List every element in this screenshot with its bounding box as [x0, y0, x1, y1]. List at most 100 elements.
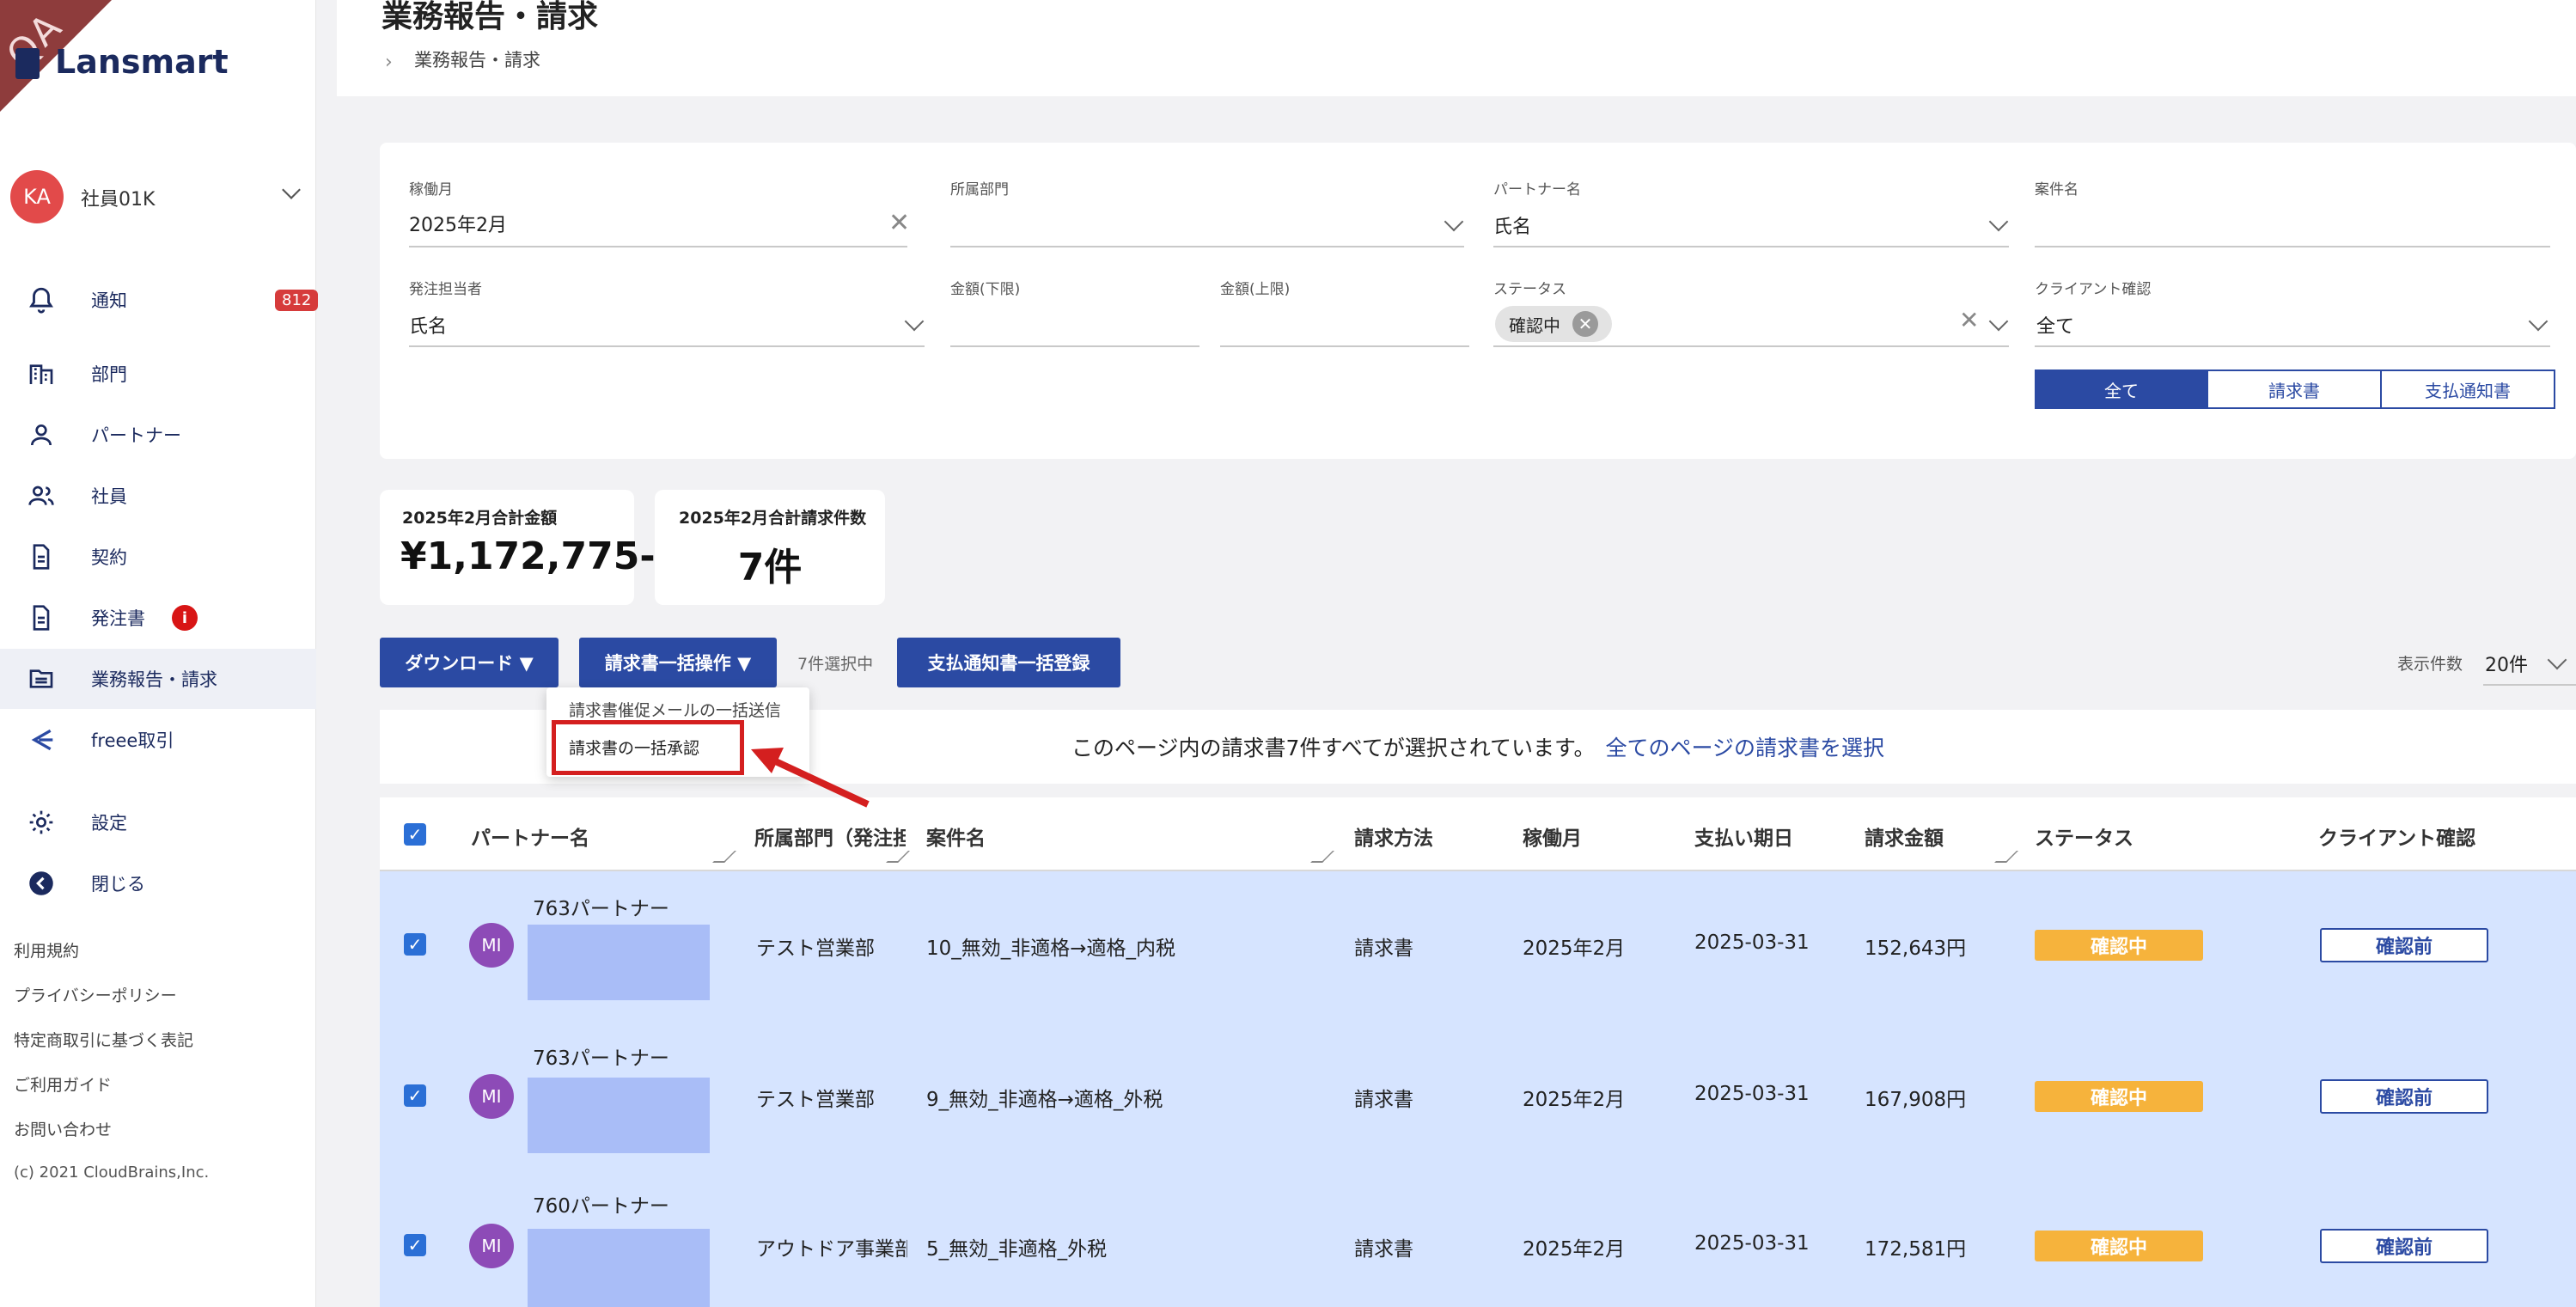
column-header-status[interactable]: ステータス: [2035, 821, 2133, 851]
column-header-amount[interactable]: 請求金額: [1865, 821, 1944, 851]
clear-icon[interactable]: ✕: [888, 208, 910, 238]
chevron-down-icon[interactable]: [1988, 211, 2009, 232]
sidebar: QA Lansmart KA 社員01K 通知 812 部門 パートナー 社員 …: [0, 0, 319, 1307]
chevron-down-icon[interactable]: [2547, 650, 2567, 670]
amount-max-input[interactable]: [1220, 345, 1469, 347]
alert-icon: i: [172, 605, 198, 631]
sidebar-item-partners[interactable]: パートナー: [0, 405, 316, 465]
client-confirm-button[interactable]: 確認前: [2320, 1229, 2488, 1263]
doc-type-all-button[interactable]: 全て: [2035, 370, 2208, 409]
column-header-department[interactable]: 所属部門（発注担: [754, 821, 906, 851]
sidebar-item-freee[interactable]: freee取引: [0, 710, 316, 770]
contact-link[interactable]: お問い合わせ: [14, 1117, 112, 1140]
total-count-card: 2025年2月合計請求件数 7件: [655, 490, 885, 605]
sidebar-item-purchase-orders[interactable]: 発注書 i: [0, 588, 316, 648]
table-row[interactable]: ✓ MI 763パートナー テスト営業部 10_無効_非適格→適格_内税 請求書…: [380, 871, 2576, 1021]
document-icon: [26, 602, 57, 633]
select-all-pages-link[interactable]: 全てのページの請求書を選択: [1605, 731, 1884, 762]
row-checkbox[interactable]: ✓: [404, 933, 426, 956]
department-cell: テスト営業部: [756, 1089, 875, 1111]
sidebar-close-button[interactable]: 閉じる: [0, 853, 316, 913]
client-confirm-value[interactable]: 全て: [2036, 311, 2074, 339]
column-header-client-confirm[interactable]: クライアント確認: [2318, 821, 2475, 851]
sidebar-item-reports-invoices[interactable]: 業務報告・請求: [0, 649, 316, 709]
annotation-arrow-icon: [751, 748, 870, 808]
project-cell[interactable]: 5_無効_非適格_外税: [926, 1232, 1107, 1261]
month-filter-value[interactable]: 2025年2月: [409, 210, 507, 237]
sidebar-item-settings[interactable]: 設定: [0, 792, 316, 852]
partner-name[interactable]: 763パートナー: [533, 892, 669, 921]
partner-filter-underline: [1493, 246, 2009, 247]
page-header: 業務報告・請求 › 業務報告・請求: [337, 0, 2576, 96]
chevron-down-icon[interactable]: [282, 180, 301, 199]
resize-handle-icon[interactable]: [1310, 851, 1334, 863]
client-confirm-button[interactable]: 確認前: [2320, 1079, 2488, 1114]
page-title: 業務報告・請求: [382, 0, 599, 34]
avatar[interactable]: KA: [10, 170, 64, 223]
chevron-down-icon[interactable]: [904, 311, 925, 332]
column-header-due-date[interactable]: 支払い期日: [1694, 821, 1793, 851]
sidebar-item-employees[interactable]: 社員: [0, 466, 316, 526]
orderer-filter-value[interactable]: 氏名: [409, 311, 447, 339]
table-row[interactable]: ✓ MI 763パートナー テスト営業部 9_無効_非適格→適格_外税 請求書 …: [380, 1021, 2576, 1170]
filter-panel: 稼働月 2025年2月 ✕ 所属部門 パートナー名 氏名 案件名 発注担当者 氏…: [380, 143, 2576, 459]
resize-handle-icon[interactable]: [1994, 851, 2018, 863]
per-page-select[interactable]: 20件: [2485, 650, 2528, 677]
clear-icon[interactable]: ✕: [1959, 306, 1979, 334]
partner-name[interactable]: 760パートナー: [533, 1189, 669, 1218]
arrow-left-circle-icon: [26, 868, 57, 899]
resize-handle-icon[interactable]: [712, 851, 736, 863]
status-chip[interactable]: 確認中 ✕: [1495, 306, 1612, 342]
download-button[interactable]: ダウンロード ▼: [380, 638, 559, 687]
privacy-link[interactable]: プライバシーポリシー: [14, 983, 177, 1006]
folder-icon: [26, 663, 57, 694]
user-name[interactable]: 社員01K: [81, 184, 155, 211]
sidebar-item-contracts[interactable]: 契約: [0, 527, 316, 587]
sidebar-item-label: 社員: [91, 486, 127, 507]
column-header-billing-method[interactable]: 請求方法: [1354, 821, 1433, 851]
sidebar-item-notifications[interactable]: 通知 812: [0, 270, 319, 330]
project-filter-input[interactable]: [2035, 246, 2550, 247]
resize-handle-icon[interactable]: [886, 851, 910, 863]
total-amount-title: 2025年2月合計金額: [402, 509, 558, 528]
chevron-down-icon[interactable]: [1988, 311, 2009, 332]
row-checkbox[interactable]: ✓: [404, 1234, 426, 1256]
chevron-down-icon[interactable]: [1444, 211, 1464, 232]
chevron-down-icon[interactable]: [2528, 311, 2549, 332]
bulk-invoice-actions-button[interactable]: 請求書一括操作 ▼: [579, 638, 777, 687]
breadcrumb[interactable]: 業務報告・請求: [414, 46, 540, 72]
partner-name[interactable]: 763パートナー: [533, 1041, 669, 1071]
doc-type-payment-notice-button[interactable]: 支払通知書: [2382, 370, 2555, 409]
department-cell: テスト営業部: [756, 937, 875, 960]
guide-link[interactable]: ご利用ガイド: [14, 1072, 112, 1096]
chip-remove-icon[interactable]: ✕: [1572, 311, 1598, 337]
table-row[interactable]: ✓ MI 760パートナー アウトドア事業部 5_無効_非適格_外税 請求書 2…: [380, 1170, 2576, 1307]
avatar: MI: [469, 923, 514, 968]
select-all-checkbox[interactable]: ✓: [404, 823, 426, 846]
month-cell: 2025年2月: [1523, 937, 1626, 960]
sidebar-item-label: 発注書: [91, 608, 145, 629]
project-cell[interactable]: 10_無効_非適格→適格_内税: [926, 931, 1175, 961]
client-confirm-button[interactable]: 確認前: [2320, 928, 2488, 962]
column-header-project[interactable]: 案件名: [926, 821, 986, 851]
month-filter-underline: [409, 246, 907, 247]
sidebar-item-departments[interactable]: 部門: [0, 344, 316, 404]
project-cell[interactable]: 9_無効_非適格→適格_外税: [926, 1083, 1163, 1112]
billing-method-cell: 請求書: [1354, 1089, 1413, 1111]
bulk-register-payment-notice-button[interactable]: 支払通知書一括登録: [897, 638, 1120, 687]
amount-min-input[interactable]: [950, 345, 1199, 347]
column-header-partner[interactable]: パートナー名: [471, 821, 589, 851]
column-header-month[interactable]: 稼働月: [1523, 821, 1582, 851]
row-checkbox[interactable]: ✓: [404, 1084, 426, 1107]
terms-link[interactable]: 利用規約: [14, 938, 79, 962]
client-confirm-label: クライアント確認: [2035, 281, 2152, 298]
doc-type-invoice-button[interactable]: 請求書: [2208, 370, 2382, 409]
copyright: (c) 2021 CloudBrains,Inc.: [14, 1163, 210, 1182]
menu-item-bulk-reminder-email[interactable]: 請求書催促メールの一括送信: [569, 698, 781, 721]
commerce-law-link[interactable]: 特定商取引に基づく表記: [14, 1028, 193, 1051]
status-badge: 確認中: [2035, 930, 2203, 961]
department-filter-input[interactable]: [950, 246, 1464, 247]
app-logo[interactable]: Lansmart: [55, 43, 229, 81]
partner-filter-value[interactable]: 氏名: [1493, 211, 1531, 239]
doc-type-toggle: 全て 請求書 支払通知書: [2035, 370, 2555, 409]
